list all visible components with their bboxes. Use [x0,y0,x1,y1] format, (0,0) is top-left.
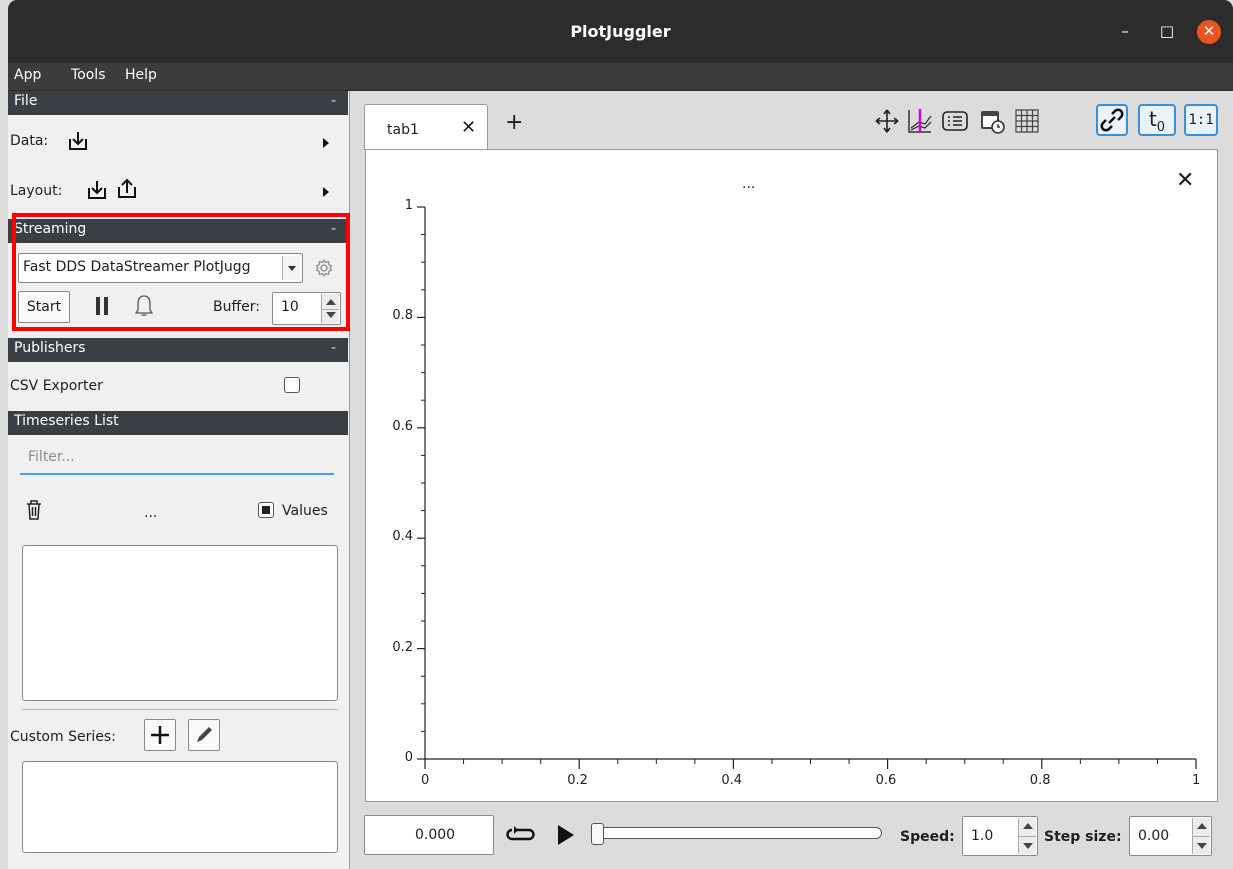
speed-stepper[interactable] [1018,818,1036,854]
step-size-spinbox[interactable]: 0.00 [1129,816,1212,856]
speed-label: Speed: [900,829,955,845]
step-size-label: Step size: [1044,829,1122,845]
play-icon[interactable] [556,823,576,847]
x-tick-label: 0.8 [1029,773,1051,788]
step-size-stepper[interactable] [1192,818,1210,854]
y-tick-label: 1 [404,198,413,213]
plot-axes [417,206,1197,769]
time-slider[interactable] [596,827,882,839]
x-tick-label: 0.2 [567,773,588,788]
step-size-value: 0.00 [1138,828,1170,844]
y-tick-label: 0.6 [392,418,413,434]
speed-value: 1.0 [971,828,994,844]
time-slider-handle[interactable] [591,823,604,845]
x-tick-label: 0 [421,773,430,788]
speed-spinbox[interactable]: 1.0 [962,816,1038,856]
loop-icon[interactable] [506,824,536,844]
time-display[interactable]: 0.000 [364,815,494,855]
y-tick-label: 0.2 [392,639,413,655]
y-tick-label: 0.4 [392,529,413,545]
y-tick-label: 0.8 [392,308,413,324]
x-tick-label: 1 [1192,773,1201,788]
x-tick-label: 0.6 [875,773,897,788]
x-tick-label: 0.4 [721,773,743,788]
y-tick-label: 0 [404,750,413,765]
